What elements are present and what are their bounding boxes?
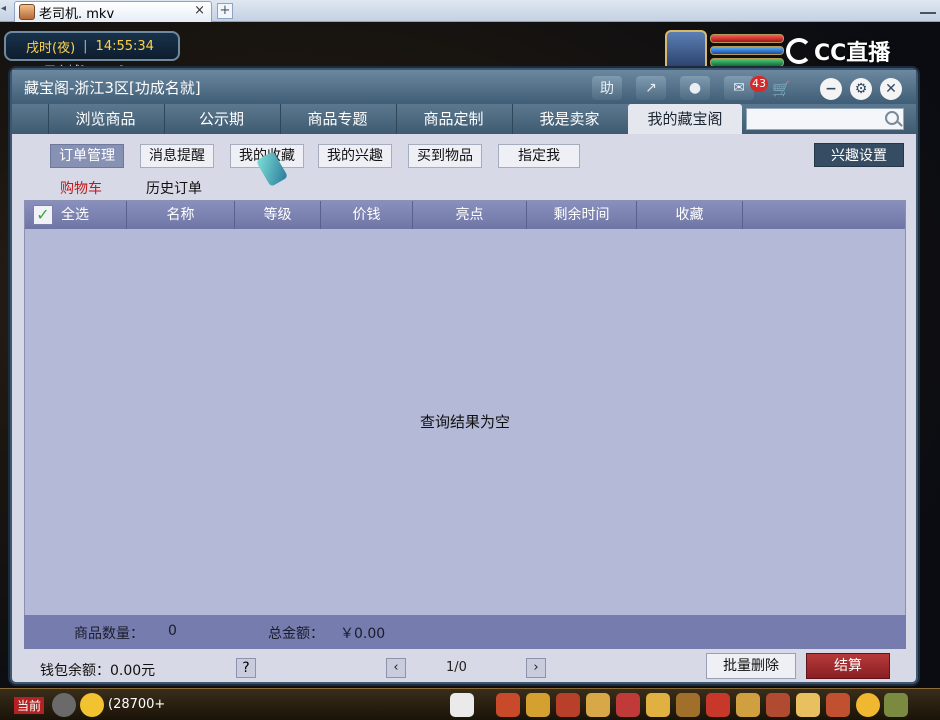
- sp-bar: [710, 58, 784, 67]
- column-highlight: 亮点: [413, 201, 527, 229]
- cart-icon[interactable]: 🛒: [772, 80, 791, 98]
- tab-my-treasure[interactable]: 我的藏宝阁: [628, 104, 742, 134]
- pet-icon[interactable]: [450, 693, 474, 717]
- cart-link[interactable]: 购物车: [60, 178, 102, 198]
- new-tab-button[interactable]: +: [217, 3, 233, 19]
- page-status: 1/0: [446, 660, 467, 675]
- smile-icon[interactable]: [856, 693, 880, 717]
- tab-title: 老司机. mkv: [39, 6, 115, 22]
- tab-i-am-seller[interactable]: 我是卖家: [512, 104, 626, 134]
- wallet-balance-value: 0.00元: [110, 663, 156, 679]
- skill-icon[interactable]: [526, 693, 550, 717]
- voice-icon[interactable]: [52, 693, 76, 717]
- tab-scroll-left-icon[interactable]: ◂: [1, 3, 13, 19]
- emoji-icon[interactable]: [80, 693, 104, 717]
- share-icon[interactable]: ↗: [636, 76, 666, 100]
- treasure-pavilion-dialog: 藏宝阁-浙江3区[功成名就] 助 ↗ ● ✉ 43 🛒 − ⚙ ✕ 浏览商品 公…: [10, 68, 918, 684]
- message-icon[interactable]: ✉: [724, 76, 754, 100]
- column-favorite: 收藏: [637, 201, 743, 229]
- column-price: 价钱: [321, 201, 413, 229]
- select-all-label: 全选: [61, 207, 89, 223]
- game-clock: 14:55:34: [95, 38, 154, 54]
- pagination: ‹ 1/0 ›: [386, 658, 546, 680]
- trade-icon[interactable]: [646, 693, 670, 717]
- interest-settings-button[interactable]: 兴趣设置: [814, 143, 904, 167]
- close-dialog-icon[interactable]: ✕: [880, 78, 902, 100]
- channel-current-tab[interactable]: 当前: [14, 697, 45, 714]
- cc-live-logo: CC直播: [786, 32, 916, 70]
- mall-icon[interactable]: [706, 693, 730, 717]
- page-next-button[interactable]: ›: [526, 658, 546, 678]
- checkout-button[interactable]: 结算: [806, 653, 890, 679]
- column-name: 名称: [127, 201, 235, 229]
- friends-icon[interactable]: [766, 693, 790, 717]
- minimize-dialog-icon[interactable]: −: [820, 78, 842, 100]
- wallet-balance-label: 钱包余额：: [40, 663, 110, 679]
- quest-icon[interactable]: [736, 693, 760, 717]
- column-time-left: 剩余时间: [527, 201, 637, 229]
- main-nav: 浏览商品 公示期 商品专题 商品定制 我是卖家 我的藏宝阁: [12, 104, 916, 134]
- select-all-header[interactable]: ✓ 全选: [25, 201, 127, 229]
- bag-icon[interactable]: [496, 693, 520, 717]
- batch-delete-button[interactable]: 批量删除: [706, 653, 796, 679]
- browser-tab[interactable]: 老司机. mkv ×: [14, 1, 212, 22]
- hp-bar: [710, 34, 784, 43]
- dialog-titlebar: 藏宝阁-浙江3区[功成名就] 助 ↗ ● ✉ 43 🛒 − ⚙ ✕: [12, 70, 916, 104]
- page-help-icon[interactable]: ?: [236, 658, 256, 678]
- guild-icon[interactable]: [676, 693, 700, 717]
- tab-public-period[interactable]: 公示期: [164, 104, 278, 134]
- activity-icon[interactable]: [826, 693, 850, 717]
- item-count-value: 0: [168, 623, 177, 639]
- time-of-day: 戌时(夜): [26, 40, 76, 56]
- dialog-title: 藏宝阁-浙江3区[功成名就]: [24, 79, 201, 97]
- team-icon[interactable]: [556, 693, 580, 717]
- minimize-icon[interactable]: [920, 0, 936, 14]
- total-amount-label: 总金额：: [268, 626, 324, 642]
- order-table: ✓ 全选 名称 等级 价钱 亮点 剩余时间 收藏 查询结果为空: [24, 200, 906, 648]
- gift-icon[interactable]: [586, 693, 610, 717]
- game-bottom-bar: 当前 (28700+: [0, 688, 940, 720]
- browser-tab-bar: ◂ 老司机. mkv × +: [0, 0, 940, 22]
- table-header: ✓ 全选 名称 等级 价钱 亮点 剩余时间 收藏: [25, 201, 905, 229]
- empty-result-message: 查询结果为空: [419, 413, 510, 431]
- item-count-label: 商品数量：: [74, 626, 144, 642]
- record-icon[interactable]: ●: [680, 76, 710, 100]
- subtab-order-management[interactable]: 订单管理: [50, 144, 124, 168]
- tab-favicon-icon: [19, 4, 35, 20]
- column-level: 等级: [235, 201, 321, 229]
- system-icon[interactable]: [884, 693, 908, 717]
- mp-bar: [710, 46, 784, 55]
- tab-custom-order[interactable]: 商品定制: [396, 104, 510, 134]
- order-summary: 商品数量： 0 总金额： ￥0.00: [24, 615, 906, 649]
- tab-close-icon[interactable]: ×: [194, 3, 205, 18]
- time-panel: 戌时(夜) | 14:55:34: [4, 31, 180, 61]
- player-avatar[interactable]: [665, 30, 707, 72]
- tab-browse-goods[interactable]: 浏览商品: [48, 104, 162, 134]
- ranking-icon[interactable]: [796, 693, 820, 717]
- tab-product-topics[interactable]: 商品专题: [280, 104, 394, 134]
- subtab-my-interests[interactable]: 我的兴趣: [318, 144, 392, 168]
- mail-icon[interactable]: [616, 693, 640, 717]
- subtab-assigned-to-me[interactable]: 指定我: [498, 144, 580, 168]
- subtab-notifications[interactable]: 消息提醒: [140, 144, 214, 168]
- subtab-purchased[interactable]: 买到物品: [408, 144, 482, 168]
- search-input[interactable]: [746, 108, 904, 130]
- page-prev-button[interactable]: ‹: [386, 658, 406, 678]
- settings-gear-icon[interactable]: ⚙: [850, 78, 872, 100]
- message-count-badge: 43: [750, 76, 768, 92]
- cc-logo-icon: [786, 38, 812, 64]
- search-icon[interactable]: [885, 111, 899, 125]
- cc-logo-text: CC直播: [814, 41, 891, 66]
- total-amount-value: ￥0.00: [340, 626, 386, 642]
- online-count: (28700+: [108, 697, 166, 712]
- select-all-checkbox[interactable]: ✓: [33, 205, 53, 225]
- time-separator: |: [83, 38, 88, 54]
- history-orders-link[interactable]: 历史订单: [146, 178, 202, 198]
- help-button[interactable]: 助: [592, 76, 622, 100]
